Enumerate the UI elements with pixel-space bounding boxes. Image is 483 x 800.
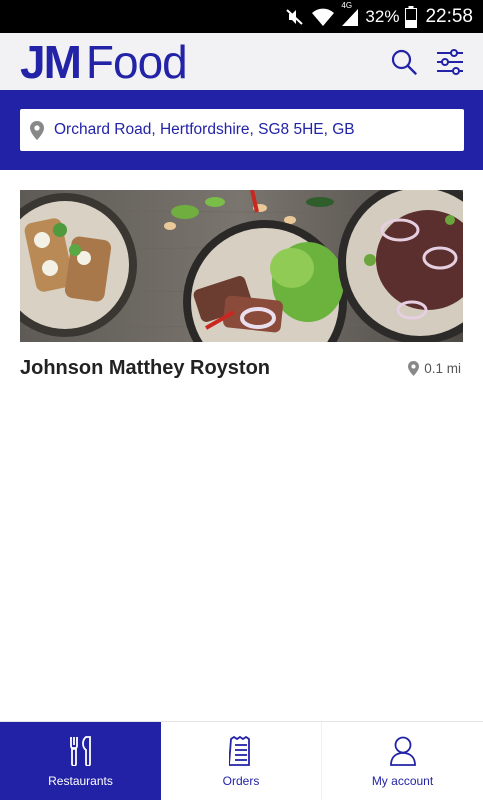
location-address: Orchard Road, Hertfordshire, SG8 5HE, GB <box>54 121 355 138</box>
wifi-icon <box>311 7 335 27</box>
network-type: 4G <box>341 0 353 10</box>
restaurant-card[interactable]: Johnson Matthey Royston 0.1 mi <box>20 190 463 380</box>
map-pin-icon <box>30 120 44 140</box>
signal-icon: 4G <box>341 1 359 27</box>
header-actions <box>389 47 465 77</box>
nav-label-restaurants: Restaurants <box>48 774 113 788</box>
search-icon[interactable] <box>389 47 419 77</box>
nav-label-my-account: My account <box>371 774 434 788</box>
distance-text: 0.1 mi <box>424 361 461 376</box>
logo-food: Food <box>85 35 188 88</box>
restaurant-distance: 0.1 mi <box>408 361 463 376</box>
location-band: Orchard Road, Hertfordshire, SG8 5HE, GB <box>0 90 483 170</box>
clock: 22:58 <box>425 5 473 27</box>
user-icon <box>389 736 417 766</box>
restaurant-info-row: Johnson Matthey Royston 0.1 mi <box>20 357 463 380</box>
filter-icon[interactable] <box>435 47 465 77</box>
battery-percent: 32% <box>365 6 400 26</box>
location-selector[interactable]: Orchard Road, Hertfordshire, SG8 5HE, GB <box>20 109 464 151</box>
cutlery-icon <box>67 736 95 766</box>
receipt-icon <box>229 736 253 766</box>
bottom-nav: Restaurants Orders My account <box>0 721 483 800</box>
restaurant-image <box>20 190 463 342</box>
app-logo: JM Food <box>20 35 188 88</box>
nav-item-my-account[interactable]: My account <box>322 722 483 800</box>
app-screen: 4G 32% 22:58 JM Food Orchard Road, Hertf… <box>0 0 483 800</box>
nav-item-restaurants[interactable]: Restaurants <box>0 722 161 800</box>
restaurant-name: Johnson Matthey Royston <box>20 357 271 379</box>
status-bar: 4G 32% 22:58 <box>0 0 483 33</box>
app-header: JM Food <box>0 33 483 90</box>
battery-icon <box>405 5 418 28</box>
map-pin-icon <box>408 361 420 376</box>
nav-label-orders: Orders <box>222 774 260 788</box>
nav-item-orders[interactable]: Orders <box>161 722 322 800</box>
logo-jm: JM <box>20 35 82 88</box>
mute-icon <box>285 7 305 27</box>
